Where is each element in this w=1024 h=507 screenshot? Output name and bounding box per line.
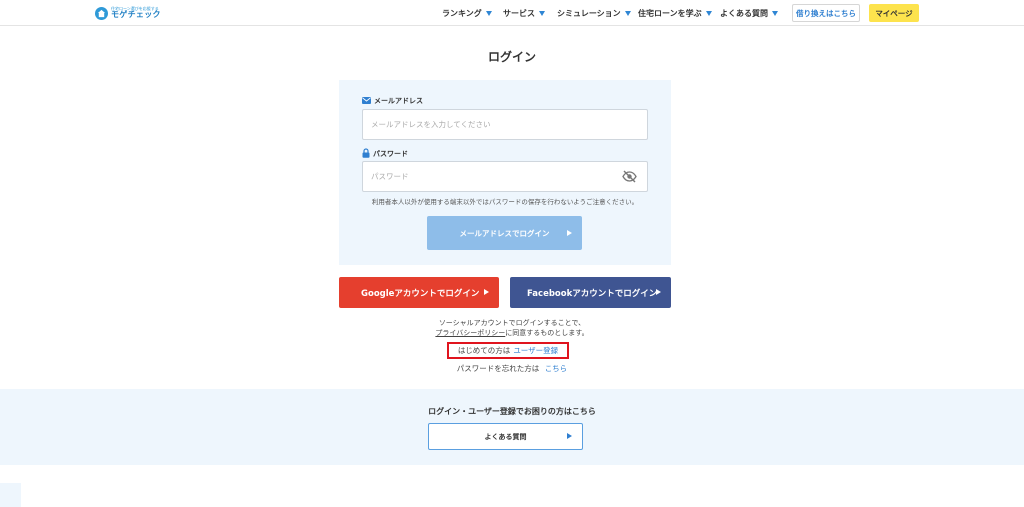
nav-simulation[interactable]: シミュレーション bbox=[557, 0, 631, 26]
nav-service[interactable]: サービス bbox=[503, 0, 545, 26]
nav-service-label: サービス bbox=[503, 8, 535, 18]
register-text: はじめての方は bbox=[457, 346, 511, 355]
consent-line2: に同意するものとします。 bbox=[505, 329, 589, 337]
logo-mark-icon bbox=[95, 6, 108, 20]
site-header: 住宅ローン選びを応援する モゲチェック ランキング サービス シミュレーション … bbox=[0, 0, 1024, 26]
caret-down-icon bbox=[624, 10, 631, 16]
google-login-label: Googleアカウントでログイン bbox=[361, 288, 480, 299]
caret-down-icon bbox=[705, 10, 712, 16]
arrow-right-icon bbox=[484, 289, 489, 295]
caret-down-icon bbox=[539, 10, 545, 16]
register-prompt: はじめての方は ユーザー登録 bbox=[447, 342, 569, 359]
page-title: ログイン bbox=[487, 50, 536, 64]
forgot-password-prompt: パスワードを忘れた方は こちら bbox=[0, 363, 1024, 374]
nav-learn-label: 住宅ローンを学ぶ bbox=[638, 8, 702, 18]
email-placeholder: メールアドレスを入力してください bbox=[371, 120, 491, 129]
nav-faq[interactable]: よくある質問 bbox=[720, 0, 778, 26]
email-login-label: メールアドレスでログイン bbox=[459, 228, 550, 238]
arrow-right-icon bbox=[656, 289, 661, 295]
help-section: ログイン・ユーザー登録でお困りの方はこちら よくある質問 bbox=[0, 389, 1024, 465]
logo[interactable]: 住宅ローン選びを応援する モゲチェック bbox=[95, 5, 161, 21]
social-consent: ソーシャルアカウントでログインすることで、 プライバシーポリシーに同意するものと… bbox=[0, 318, 1024, 338]
corner-decoration bbox=[0, 483, 21, 507]
password-input[interactable]: パスワード bbox=[362, 161, 648, 192]
caret-down-icon bbox=[772, 10, 778, 16]
caret-down-icon bbox=[485, 10, 492, 16]
google-login-button[interactable]: Googleアカウントでログイン bbox=[339, 277, 499, 308]
email-label-row: メールアドレス bbox=[362, 96, 423, 106]
password-label: パスワード bbox=[373, 150, 408, 158]
nav-ranking-label: ランキング bbox=[442, 8, 482, 18]
nav-ranking[interactable]: ランキング bbox=[442, 0, 492, 26]
consent-line1: ソーシャルアカウントでログインすることで、 bbox=[438, 319, 586, 327]
faq-button[interactable]: よくある質問 bbox=[428, 423, 583, 450]
password-save-note: 利用者本人以外が使用する端末以外ではパスワードの保存を行わないようご注意ください… bbox=[371, 198, 639, 206]
password-label-row: パスワード bbox=[362, 148, 408, 160]
email-login-button[interactable]: メールアドレスでログイン bbox=[427, 216, 582, 250]
faq-label: よくある質問 bbox=[484, 432, 527, 441]
password-placeholder: パスワード bbox=[371, 172, 409, 181]
nav-simulation-label: シミュレーション bbox=[557, 8, 621, 18]
facebook-login-button[interactable]: Facebookアカウントでログイン bbox=[510, 277, 671, 308]
facebook-login-label: Facebookアカウントでログイン bbox=[527, 288, 658, 299]
arrow-right-icon bbox=[567, 433, 572, 439]
mypage-button[interactable]: マイページ bbox=[869, 4, 919, 22]
privacy-policy-link[interactable]: プライバシーポリシー bbox=[435, 329, 505, 337]
nav-learn[interactable]: 住宅ローンを学ぶ bbox=[638, 0, 712, 26]
mail-icon bbox=[362, 96, 371, 106]
eye-off-icon[interactable] bbox=[622, 170, 637, 185]
email-input[interactable]: メールアドレスを入力してください bbox=[362, 109, 648, 140]
forgot-text: パスワードを忘れた方は bbox=[456, 364, 540, 373]
forgot-password-link[interactable]: こちら bbox=[545, 364, 568, 373]
refinance-button[interactable]: 借り換えはこちら bbox=[792, 4, 860, 22]
register-link[interactable]: ユーザー登録 bbox=[513, 345, 558, 356]
lock-icon bbox=[362, 148, 370, 160]
arrow-right-icon bbox=[567, 229, 572, 236]
email-label: メールアドレス bbox=[374, 97, 423, 105]
nav-faq-label: よくある質問 bbox=[720, 8, 768, 18]
login-panel: メールアドレス メールアドレスを入力してください パスワード パスワード 利用者… bbox=[339, 80, 671, 265]
help-title: ログイン・ユーザー登録でお困りの方はこちら bbox=[428, 407, 596, 416]
logo-name: モゲチェック bbox=[111, 10, 161, 19]
